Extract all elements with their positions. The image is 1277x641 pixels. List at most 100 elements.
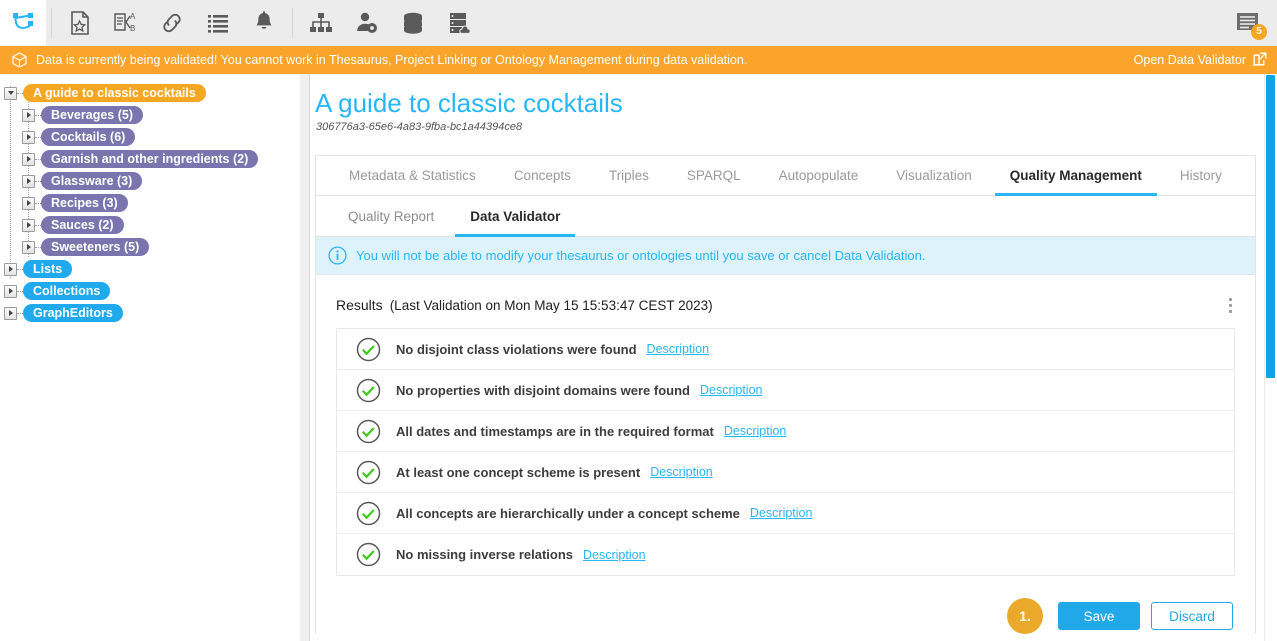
tab-sparql[interactable]: SPARQL [668,156,760,195]
toolbar-divider-2 [292,8,293,38]
top-toolbar: A B 5 [0,0,1277,46]
tab-history[interactable]: History [1161,156,1241,195]
notes-icon[interactable]: 5 [1225,0,1271,46]
result-text: No properties with disjoint domains were… [396,382,690,398]
document-alphabet-icon[interactable]: A B [103,0,149,46]
save-button[interactable]: Save [1058,602,1140,630]
results-list: No disjoint class violations were found … [336,328,1235,576]
tree-item-label[interactable]: Cocktails (6) [41,128,136,146]
tab-autopopulate[interactable]: Autopopulate [760,156,878,195]
results-header: Results (Last Validation on Mon May 15 1… [316,275,1255,317]
tree-item-label[interactable]: Collections [23,282,111,300]
tree-item-garnish[interactable]: Garnish and other ingredients (2) [0,148,300,170]
info-circle-icon [328,246,347,265]
database-icon[interactable] [390,0,436,46]
tree-item-label[interactable]: GraphEditors [23,304,123,322]
tab-visualization[interactable]: Visualization [877,156,991,195]
description-link[interactable]: Description [724,424,787,438]
chevron-right-icon[interactable] [4,284,17,298]
table-row: No disjoint class violations were found … [337,329,1234,370]
discard-button[interactable]: Discard [1151,602,1233,630]
check-icon [356,542,381,567]
tree-item-root[interactable]: A guide to classic cocktails [0,82,300,104]
tree-item-lists[interactable]: Lists [0,258,300,280]
chevron-right-icon[interactable] [4,306,17,320]
description-link[interactable]: Description [700,383,763,397]
results-last-validation: (Last Validation on Mon May 15 15:53:47 … [389,297,713,313]
result-text: No missing inverse relations [396,547,574,562]
open-data-validator-link[interactable]: Open Data Validator [1134,52,1267,69]
check-icon [356,501,381,526]
tree-item-label[interactable]: Beverages (5) [41,106,143,124]
list-icon[interactable] [195,0,241,46]
concept-tree-panel: A guide to classic cocktails Beverages (… [0,74,300,641]
vertical-scrollbar[interactable] [1264,74,1277,641]
chevron-right-icon[interactable] [22,108,35,122]
tab-bar: Metadata & Statistics Concepts Triples S… [316,156,1255,196]
info-banner: You will not be able to modify your thes… [316,237,1255,275]
page-title: A guide to classic cocktails [315,88,623,118]
tree-item-root-label[interactable]: A guide to classic cocktails [23,84,206,102]
tree-item-recipes[interactable]: Recipes (3) [0,192,300,214]
graph-logo-icon[interactable] [0,0,46,46]
result-text: No disjoint class violations were found [396,341,637,357]
chevron-right-icon[interactable] [22,240,35,254]
tab-quality-management[interactable]: Quality Management [991,156,1161,196]
tree-item-label[interactable]: Recipes (3) [41,194,128,212]
tree-item-collections[interactable]: Collections [0,280,300,302]
panel-divider[interactable] [300,74,310,641]
tab-concepts[interactable]: Concepts [495,156,590,195]
sitemap-icon[interactable] [298,0,344,46]
table-row: At least one concept scheme is present D… [337,452,1234,493]
tree-item-grapheditors[interactable]: GraphEditors [0,302,300,324]
tree-item-sweeteners[interactable]: Sweeteners (5) [0,236,300,258]
tree-item-label[interactable]: Glassware (3) [41,172,143,190]
chevron-right-icon[interactable] [22,152,35,166]
tree-item-label[interactable]: Lists [23,260,73,278]
bell-icon[interactable] [241,0,287,46]
subtab-quality-report[interactable]: Quality Report [330,196,452,236]
check-icon [356,460,381,485]
info-banner-text: You will not be able to modify your thes… [356,248,926,263]
subtab-data-validator[interactable]: Data Validator [452,196,578,237]
tab-card: Metadata & Statistics Concepts Triples S… [315,155,1256,634]
chevron-right-icon[interactable] [22,196,35,210]
chevron-down-icon[interactable] [4,86,17,100]
description-link[interactable]: Description [647,342,710,356]
link-icon[interactable] [149,0,195,46]
tab-metadata-statistics[interactable]: Metadata & Statistics [330,156,495,195]
result-text: All dates and timestamps are in the requ… [396,423,714,439]
chevron-right-icon[interactable] [4,262,17,276]
table-row: No properties with disjoint domains were… [337,370,1234,411]
kebab-menu-icon[interactable] [1219,293,1241,317]
tree-item-sauces[interactable]: Sauces (2) [0,214,300,236]
external-link-icon [1248,52,1267,69]
step-badge: 1. [1007,598,1043,634]
description-link[interactable]: Description [750,506,813,520]
server-cloud-icon[interactable] [436,0,482,46]
chevron-right-icon[interactable] [22,218,35,232]
description-link[interactable]: Description [583,548,646,562]
check-icon [356,419,381,444]
tree-item-label[interactable]: Garnish and other ingredients (2) [41,150,259,168]
scrollbar-thumb[interactable] [1266,75,1275,378]
chevron-right-icon[interactable] [22,130,35,144]
tab-triples[interactable]: Triples [590,156,668,195]
tree-item-glassware[interactable]: Glassware (3) [0,170,300,192]
check-icon [356,378,381,403]
document-star-icon[interactable] [57,0,103,46]
tree-item-beverages[interactable]: Beverages (5) [0,104,300,126]
toolbar-group-admin [298,0,482,46]
result-text: At least one concept scheme is present [396,464,641,480]
tree-item-label[interactable]: Sweeteners (5) [41,238,150,256]
application-window: A B 5 Data is currently being validated!… [0,0,1277,641]
table-row: All dates and timestamps are in the requ… [337,411,1234,452]
tree-item-label[interactable]: Sauces (2) [41,216,124,234]
svg-text:A: A [130,12,136,21]
chevron-right-icon[interactable] [22,174,35,188]
check-icon [356,337,381,362]
tree-item-cocktails[interactable]: Cocktails (6) [0,126,300,148]
table-row: No missing inverse relations Description [337,534,1234,575]
description-link[interactable]: Description [650,465,713,479]
user-settings-icon[interactable] [344,0,390,46]
